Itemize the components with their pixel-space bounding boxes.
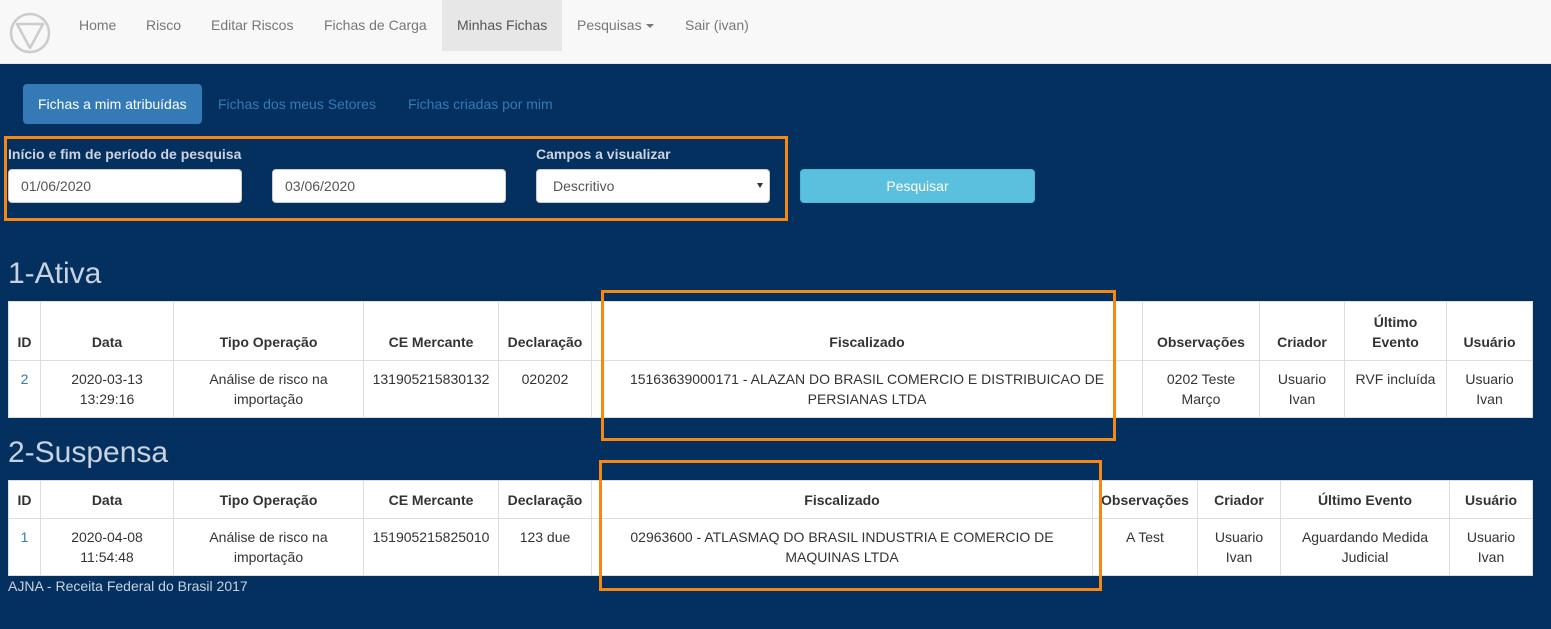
cell-data: 2020-04-08 11:54:48 [40, 518, 174, 576]
col-declaracao: Declaração [498, 480, 592, 519]
triangle-circle-logo-icon[interactable] [9, 12, 51, 54]
nav-pesquisas-label: Pesquisas [577, 17, 642, 33]
nav-minhas-fichas[interactable]: Minhas Fichas [442, 0, 562, 51]
cell-ce: 131905215830132 [363, 360, 499, 418]
col-criador: Criador [1259, 301, 1345, 361]
col-usuario: Usuário [1446, 301, 1533, 361]
footer-text: AJNA - Receita Federal do Brasil 2017 [8, 578, 248, 594]
col-id: ID [8, 480, 41, 519]
nav-risco[interactable]: Risco [131, 0, 196, 51]
nav-home[interactable]: Home [64, 0, 131, 51]
period-label: Início e fim de período de pesquisa [8, 146, 242, 162]
cell-fiscalizado: 15163639000171 - ALAZAN DO BRASIL COMERC… [591, 360, 1143, 418]
cell-ultimo-evento: Aguardando Medida Judicial [1280, 518, 1450, 576]
fields-label: Campos a visualizar [536, 146, 671, 162]
row-id-link[interactable]: 1 [21, 529, 29, 545]
col-observacoes: Observações [1142, 301, 1260, 361]
start-date-input[interactable] [8, 169, 242, 203]
col-data: Data [40, 301, 174, 361]
col-ultimo-evento: Último Evento [1280, 480, 1450, 519]
cell-criador: Usuario Ivan [1197, 518, 1281, 576]
col-tipo-operacao: Tipo Operação [173, 301, 364, 361]
navbar: Home Risco Editar Riscos Fichas de Carga… [0, 0, 1551, 64]
cell-usuario: Usuario Ivan [1446, 360, 1533, 418]
cell-ce: 151905215825010 [363, 518, 499, 576]
cell-ultimo-evento: RVF incluída [1344, 360, 1447, 418]
fields-select-value: Descritivo [553, 178, 615, 194]
select-caret-icon [757, 183, 763, 188]
col-observacoes: Observações [1092, 480, 1198, 519]
caret-down-icon [645, 24, 654, 29]
row-id-link[interactable]: 2 [21, 371, 29, 387]
cell-declaracao: 123 due [498, 518, 592, 576]
cell-observacoes: 0202 Teste Março [1142, 360, 1260, 418]
col-fiscalizado: Fiscalizado [591, 301, 1143, 361]
table-header: ID Data Tipo Operação CE Mercante Declar… [8, 480, 1533, 519]
nav-pesquisas[interactable]: Pesquisas [562, 0, 669, 51]
col-criador: Criador [1197, 480, 1281, 519]
tab-fichas-criadas[interactable]: Fichas criadas por mim [393, 84, 568, 124]
section-title-suspensa: 2-Suspensa [8, 436, 169, 469]
col-fiscalizado: Fiscalizado [591, 480, 1093, 519]
fields-select[interactable]: Descritivo [536, 169, 770, 203]
end-date-input[interactable] [272, 169, 506, 203]
cell-observacoes: A Test [1092, 518, 1198, 576]
section-title-ativa: 1-Ativa [8, 257, 102, 290]
cell-declaracao: 020202 [498, 360, 592, 418]
cell-usuario: Usuario Ivan [1449, 518, 1533, 576]
col-ce-mercante: CE Mercante [363, 301, 499, 361]
nav-sair[interactable]: Sair (ivan) [670, 0, 764, 51]
table-ativa: ID Data Tipo Operação CE Mercante Declar… [8, 301, 1533, 418]
col-ultimo-evento: Último Evento [1344, 301, 1447, 361]
col-id: ID [8, 301, 41, 361]
cell-data: 2020-03-13 13:29:16 [40, 360, 174, 418]
nav-fichas-de-carga[interactable]: Fichas de Carga [309, 0, 442, 51]
col-data: Data [40, 480, 174, 519]
cell-fiscalizado: 02963600 - ATLASMAQ DO BRASIL INDUSTRIA … [591, 518, 1093, 576]
cell-tipo: Análise de risco na importação [173, 360, 364, 418]
tab-fichas-setores[interactable]: Fichas dos meus Setores [203, 84, 391, 124]
col-tipo-operacao: Tipo Operação [173, 480, 364, 519]
table-row: 2 2020-03-13 13:29:16 Análise de risco n… [8, 360, 1533, 418]
cell-tipo: Análise de risco na importação [173, 518, 364, 576]
search-button[interactable]: Pesquisar [800, 169, 1035, 203]
col-ce-mercante: CE Mercante [363, 480, 499, 519]
table-row: 1 2020-04-08 11:54:48 Análise de risco n… [8, 518, 1533, 576]
table-suspensa: ID Data Tipo Operação CE Mercante Declar… [8, 480, 1533, 576]
col-declaracao: Declaração [498, 301, 592, 361]
cell-criador: Usuario Ivan [1259, 360, 1345, 418]
nav-editar-riscos[interactable]: Editar Riscos [196, 0, 308, 51]
col-usuario: Usuário [1449, 480, 1533, 519]
tab-fichas-atribuidas[interactable]: Fichas a mim atribuídas [23, 84, 202, 124]
table-header: ID Data Tipo Operação CE Mercante Declar… [8, 301, 1533, 361]
